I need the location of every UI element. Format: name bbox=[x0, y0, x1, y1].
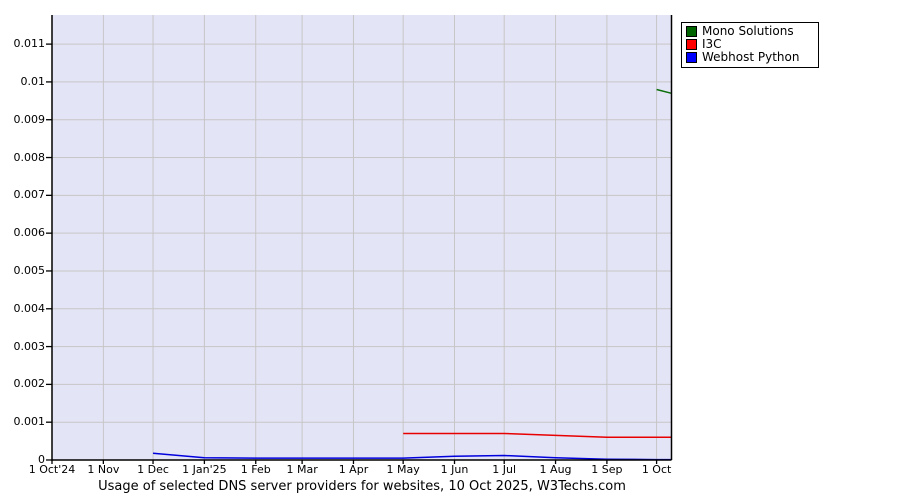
y-tick-label: 0.003 bbox=[13, 339, 46, 353]
legend-swatch-icon bbox=[686, 38, 697, 50]
y-tick-label: 0.01 bbox=[20, 74, 46, 88]
legend-label: I3C bbox=[702, 37, 722, 51]
y-tick-label: 0.011 bbox=[13, 37, 46, 51]
y-tick-label: 0.004 bbox=[13, 301, 46, 315]
chart-title: Usage of selected DNS server providers f… bbox=[98, 479, 626, 494]
legend-label: Webhost Python bbox=[702, 50, 800, 64]
y-tick-label: 0.005 bbox=[13, 263, 46, 277]
legend-swatch-icon bbox=[686, 51, 697, 63]
legend-label: Mono Solutions bbox=[702, 24, 794, 38]
x-tick-label: 1 Oct bbox=[641, 463, 672, 476]
chart-canvas bbox=[46, 15, 673, 464]
legend-swatch-icon bbox=[686, 25, 697, 37]
legend: Mono Solutions I3C Webhost Python bbox=[681, 22, 819, 68]
legend-item: Webhost Python bbox=[682, 51, 818, 64]
y-axis-labels: 0 0.001 0.002 0.003 0.004 0.005 0.006 0.007 0.00… bbox=[0, 0, 46, 470]
y-tick-label: 0.002 bbox=[13, 377, 46, 391]
y-tick-label: 0.006 bbox=[13, 226, 46, 240]
chart-page: 0 0.001 0.002 0.003 0.004 0.005 0.006 0.007 0.00… bbox=[0, 0, 900, 500]
y-tick-label: 0.009 bbox=[13, 112, 46, 126]
x-axis-labels: 1 Oct'24 1 Nov 1 Dec 1 Jan'25 1 Feb 1 Mar 1 Ap… bbox=[0, 463, 900, 477]
y-tick-label: 0.008 bbox=[13, 150, 46, 164]
y-tick-label: 0.001 bbox=[13, 415, 46, 429]
y-tick-label: 0.007 bbox=[13, 188, 46, 202]
